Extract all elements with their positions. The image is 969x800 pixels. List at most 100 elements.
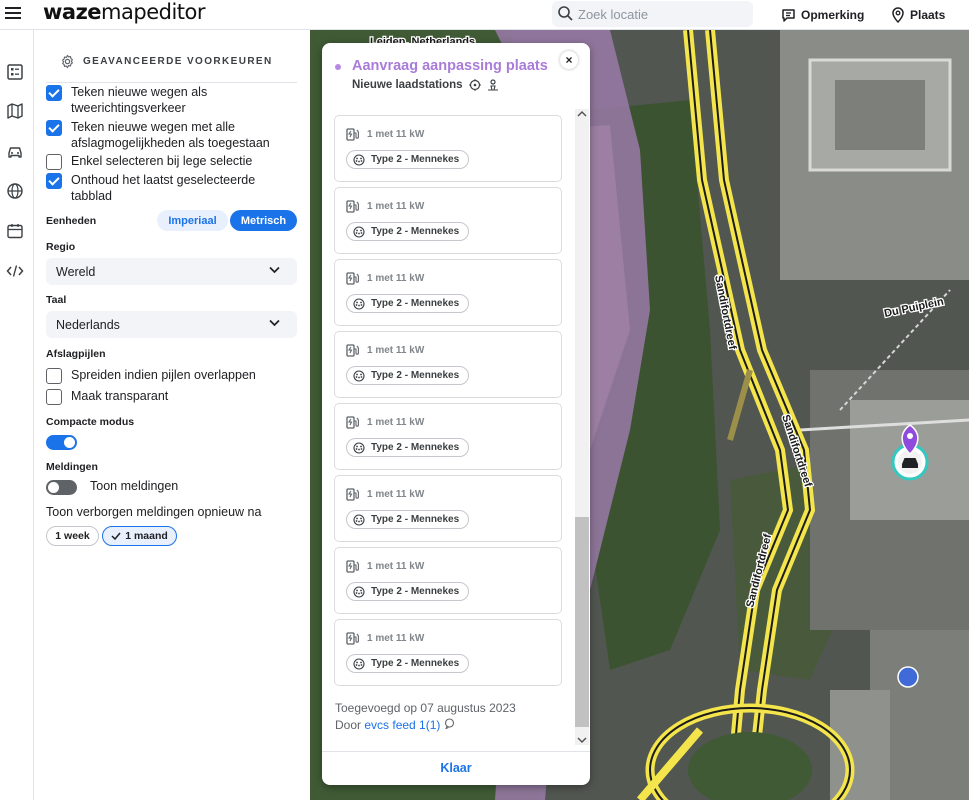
footer-divider [322, 751, 590, 752]
dialog-subtitle: Nieuwe laadstations [352, 79, 499, 91]
checkbox-two-way[interactable] [46, 85, 62, 101]
logo-bold: waze [43, 0, 102, 24]
charger-card[interactable]: 1 met 11 kW Type 2 - Mennekes [334, 115, 562, 182]
compact-toggle[interactable] [46, 435, 77, 450]
check-remember-tab[interactable]: Onthoud het laatst geselecteerde tabblad [46, 172, 276, 204]
chevron-down-icon [269, 266, 280, 274]
region-label: Regio [46, 241, 76, 253]
charger-capacity-text: 1 met 11 kW [367, 200, 425, 212]
checkbox-all-turns[interactable] [46, 120, 62, 136]
charger-capacity: 1 met 11 kW [345, 630, 424, 646]
ev-charger-icon [346, 488, 359, 501]
one-week-button[interactable]: 1 week [46, 526, 99, 546]
globe-icon[interactable] [6, 182, 24, 200]
scroll-down-icon[interactable] [575, 735, 589, 745]
layers-list-icon[interactable] [6, 63, 24, 81]
type2-plug-icon [353, 225, 365, 238]
added-by: Door evcs feed 1(1) [335, 718, 455, 732]
check-all-turns[interactable]: Teken nieuwe wegen met alle afslagmogeli… [46, 119, 296, 151]
region-value: Wereld [56, 264, 96, 279]
charger-card[interactable]: 1 met 11 kW Type 2 - Mennekes [334, 619, 562, 686]
charger-card[interactable]: 1 met 11 kW Type 2 - Mennekes [334, 259, 562, 326]
ev-charger-icon [346, 560, 359, 573]
code-icon[interactable] [6, 262, 24, 280]
charger-capacity-text: 1 met 11 kW [367, 272, 425, 284]
units-imperial-button[interactable]: Imperiaal [157, 210, 228, 231]
check-transparent-label: Maak transparant [71, 389, 169, 403]
search-input[interactable] [578, 4, 746, 24]
opmerking-button[interactable]: Opmerking [781, 4, 864, 26]
charger-capacity-text: 1 met 11 kW [367, 632, 425, 644]
opmerking-label: Opmerking [801, 8, 865, 22]
check-spread-arrows[interactable]: Spreiden indien pijlen overlappen [46, 367, 296, 384]
type2-plug-icon [353, 297, 365, 310]
added-by-prefix: Door [335, 718, 362, 732]
connector-chip: Type 2 - Mennekes [346, 510, 470, 529]
waze-logo[interactable]: wazemapeditor [43, 0, 206, 24]
ev-charger-icon [346, 128, 359, 141]
logo-thin: mapeditor [101, 0, 206, 24]
notifications-toggle[interactable] [46, 480, 77, 495]
search-box[interactable] [552, 1, 753, 27]
done-button[interactable]: Klaar [322, 761, 590, 775]
region-select[interactable]: Wereld [46, 258, 297, 285]
plaats-label: Plaats [910, 8, 946, 22]
plaats-button[interactable]: Plaats [891, 4, 945, 26]
person-pin-icon[interactable] [487, 79, 499, 91]
type2-plug-icon [353, 657, 365, 670]
charger-card[interactable]: 1 met 11 kW Type 2 - Mennekes [334, 331, 562, 398]
toggle-knob [64, 437, 75, 448]
menu-icon[interactable] [5, 7, 21, 21]
charger-capacity-text: 1 met 11 kW [367, 560, 425, 572]
map-icon[interactable] [6, 102, 24, 120]
charger-capacity: 1 met 11 kW [345, 342, 424, 358]
checkbox-spread-arrows[interactable] [46, 368, 62, 384]
panel-title: GEAVANCEERDE VOORKEUREN [60, 54, 273, 69]
status-dot [335, 64, 341, 70]
charger-card[interactable]: 1 met 11 kW Type 2 - Mennekes [334, 403, 562, 470]
close-button[interactable]: × [560, 51, 578, 69]
charger-capacity: 1 met 11 kW [345, 270, 424, 286]
added-by-link[interactable]: evcs feed 1(1) [364, 718, 440, 732]
check-transparent[interactable]: Maak transparant [46, 388, 296, 405]
ev-charger-icon [346, 272, 359, 285]
left-rail [0, 30, 34, 800]
chevron-down-icon [269, 319, 280, 327]
checkbox-empty-selection[interactable] [46, 154, 62, 170]
check-spread-arrows-label: Spreiden indien pijlen overlappen [71, 368, 256, 382]
one-month-button[interactable]: 1 maand [102, 526, 177, 546]
scrollbar-thumb[interactable] [575, 517, 589, 727]
connector-text: Type 2 - Mennekes [371, 298, 460, 309]
charger-capacity-text: 1 met 11 kW [367, 488, 425, 500]
language-label: Taal [46, 294, 67, 306]
calendar-icon[interactable] [6, 222, 24, 240]
check-empty-selection[interactable]: Enkel selecteren bij lege selectie [46, 153, 296, 170]
checkbox-transparent[interactable] [46, 389, 62, 405]
charger-capacity: 1 met 11 kW [345, 486, 424, 502]
dialog-title: Aanvraag aanpassing plaats [352, 58, 548, 74]
comment-bubble-icon[interactable] [444, 718, 455, 730]
crosshair-icon[interactable] [468, 79, 481, 91]
charger-card[interactable]: 1 met 11 kW Type 2 - Mennekes [334, 475, 562, 542]
subtitle-text: Nieuwe laadstations [352, 79, 463, 91]
type2-plug-icon [353, 513, 365, 526]
advanced-preferences-panel: GEAVANCEERDE VOORKEUREN Teken nieuwe weg… [34, 30, 310, 800]
charger-card[interactable]: 1 met 11 kW Type 2 - Mennekes [334, 187, 562, 254]
language-select[interactable]: Nederlands [46, 311, 297, 338]
connector-chip: Type 2 - Mennekes [346, 582, 470, 601]
car-icon[interactable] [6, 142, 24, 160]
place-pin-icon [892, 7, 904, 23]
scrollbar[interactable] [575, 109, 589, 745]
search-icon [558, 6, 573, 21]
check-two-way[interactable]: Teken nieuwe wegen als tweerichtingsverk… [46, 84, 296, 116]
charger-card[interactable]: 1 met 11 kW Type 2 - Mennekes [334, 547, 562, 614]
checkbox-remember-tab[interactable] [46, 173, 62, 189]
check-all-turns-label: Teken nieuwe wegen met alle afslagmogeli… [71, 120, 270, 150]
units-label: Eenheden [46, 215, 97, 227]
units-metric-button[interactable]: Metrisch [230, 210, 297, 231]
charger-list[interactable]: 1 met 11 kW Type 2 - Mennekes 1 met 11 kW T… [322, 106, 590, 746]
type2-plug-icon [353, 585, 365, 598]
checkmark-icon [111, 532, 121, 540]
scroll-up-icon[interactable] [575, 109, 589, 119]
charger-capacity-text: 1 met 11 kW [367, 416, 425, 428]
